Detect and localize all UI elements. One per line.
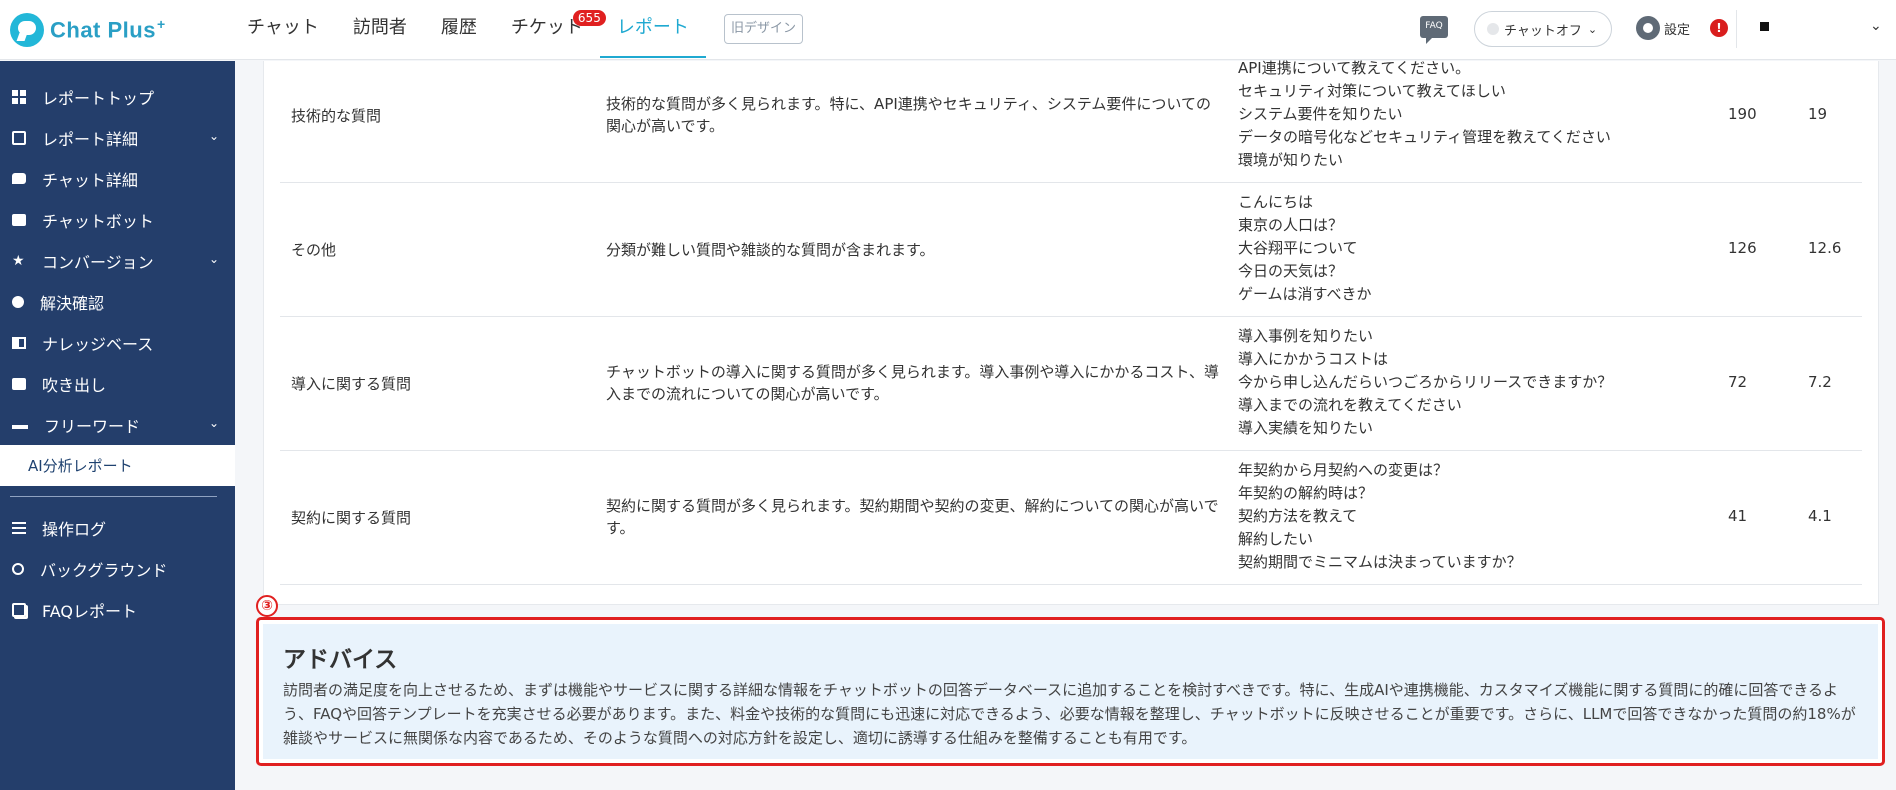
category-cell: 導入に関する質問 [291, 375, 412, 393]
sidebar-item-speech-bubble[interactable]: 吹き出し [0, 363, 235, 404]
annotation-marker: ③ [256, 595, 278, 617]
examples-cell: こんにちは 東京の人口は？ 大谷翔平について 今日の天気は？ ゲームは消すべきか [1238, 193, 1372, 303]
user-avatar[interactable] [1760, 22, 1769, 31]
advice-content: アドバイス 訪問者の満足度を向上させるため、まずは機能やサービスに関する詳細な情… [263, 624, 1878, 759]
report-table-panel: 技術的な質問 技術的な質問が多く見られます。特に、API連携やセキュリティ、シス… [263, 59, 1879, 605]
sidebar-divider [10, 496, 217, 497]
description-cell: 技術的な質問が多く見られます。特に、API連携やセキュリティ、システム要件につい… [606, 95, 1211, 135]
examples-cell: 年契約から月契約への変更は？ 年契約の解約時は？ 契約方法を教えて 解約したい … [1238, 461, 1522, 571]
examples-cell: 導入事例を知りたい 導入にかかうコストは 今から申し込んだらいつごろからリリース… [1238, 327, 1613, 437]
gear-icon [1636, 16, 1660, 40]
advice-title: アドバイス [283, 647, 398, 673]
nav-visitors[interactable]: 訪問者 [336, 0, 424, 58]
logo-text: Chat Plus+ [50, 16, 166, 43]
speech-icon [12, 377, 26, 390]
category-cell: 技術的な質問 [291, 107, 382, 125]
sidebar-item-free-word[interactable]: フリーワード ⌄ [0, 404, 235, 445]
header-divider [1736, 10, 1737, 48]
sidebar: レポートトップ レポート詳細 ⌄ チャット詳細 チャットボット ★ コンバージョン ⌄… [0, 61, 235, 790]
sidebar-item-conversion[interactable]: ★ コンバージョン ⌄ [0, 240, 235, 281]
logo[interactable]: Chat Plus+ [10, 12, 166, 48]
main-nav: チャット 訪問者 履歴 チケット 655 レポート [230, 0, 706, 60]
count-cell: 72 [1728, 373, 1748, 391]
alert-icon[interactable]: ! [1710, 19, 1728, 37]
sidebar-item-background[interactable]: バックグラウンド [0, 548, 235, 589]
table-row: 技術的な質問 技術的な質問が多く見られます。特に、API連携やセキュリティ、シス… [280, 59, 1862, 183]
sidebar-item-resolution[interactable]: 解決確認 [0, 281, 235, 322]
chat-status-label: チャットオフ [1504, 23, 1582, 39]
faq-icon[interactable]: FAQ [1420, 16, 1448, 44]
gears-icon [12, 562, 24, 575]
sidebar-item-report-top[interactable]: レポートトップ [0, 76, 235, 117]
sidebar-item-operation-log[interactable]: 操作ログ [0, 507, 235, 548]
count-cell: 126 [1728, 239, 1757, 257]
sidebar-item-chat-detail[interactable]: チャット詳細 [0, 158, 235, 199]
nav-tickets[interactable]: チケット 655 [494, 0, 606, 58]
advice-body: 訪問者の満足度を向上させるため、まずは機能やサービスに関する詳細な情報をチャット… [283, 681, 1856, 747]
category-cell: その他 [291, 241, 337, 259]
sidebar-item-report-detail[interactable]: レポート詳細 ⌄ [0, 117, 235, 158]
description-cell: 契約に関する質問が多く見られます。契約期間や契約の変更、解約についての関心が高い… [606, 497, 1219, 537]
chevron-down-icon: ⌄ [208, 416, 219, 430]
bot-icon [12, 213, 26, 226]
grid-icon [12, 89, 26, 104]
sidebar-item-faq-report[interactable]: FAQレポート [0, 589, 235, 630]
table-row: その他 分類が難しい質問や雑談的な質問が含まれます。 こんにちは 東京の人口は？… [280, 183, 1862, 317]
chevron-down-icon: ⌄ [1587, 22, 1598, 36]
top-header: Chat Plus+ チャット 訪問者 履歴 チケット 655 レポート 旧デザイ… [0, 0, 1896, 60]
chat-icon [12, 173, 26, 184]
percent-cell: 19 [1808, 105, 1828, 123]
copy-icon [12, 602, 26, 617]
nav-reports[interactable]: レポート [599, 0, 706, 58]
nav-history[interactable]: 履歴 [424, 0, 494, 58]
table-row: 契約に関する質問 契約に関する質問が多く見られます。契約期間や契約の変更、解約に… [280, 451, 1862, 585]
percent-cell: 12.6 [1808, 239, 1842, 257]
chevron-down-icon: ⌄ [208, 252, 219, 266]
category-cell: 契約に関する質問 [291, 509, 412, 527]
examples-cell: API連携について教えてください。 セキュリティ対策について教えてほしい システ… [1238, 59, 1611, 169]
settings-button[interactable]: 設定 [1636, 16, 1690, 40]
keyboard-icon [12, 425, 28, 429]
count-cell: 41 [1728, 507, 1748, 525]
sidebar-item-knowledge-base[interactable]: ナレッジベース [0, 322, 235, 363]
table-row: 導入に関する質問 チャットボットの導入に関する質問が多く見られます。導入事例や導… [280, 317, 1862, 451]
report-icon [12, 130, 26, 145]
chat-status-dropdown[interactable]: チャットオフ ⌄ [1474, 11, 1612, 47]
user-menu-chevron-icon[interactable]: ⌄ [1870, 18, 1882, 34]
star-icon: ★ [12, 252, 25, 269]
chat-logo-icon [10, 13, 44, 47]
list-icon [12, 520, 26, 535]
book-icon [12, 336, 26, 349]
status-dot-icon [1487, 23, 1499, 35]
sidebar-item-chatbot[interactable]: チャットボット [0, 199, 235, 240]
description-cell: 分類が難しい質問や雑談的な質問が含まれます。 [606, 241, 935, 259]
bulb-icon [12, 295, 24, 308]
nav-chat[interactable]: チャット [230, 0, 336, 58]
percent-cell: 7.2 [1808, 373, 1832, 391]
description-cell: チャットボットの導入に関する質問が多く見られます。導入事例や導入にかかるコスト、… [606, 363, 1220, 403]
sidebar-item-ai-report[interactable]: AI分析レポート [0, 445, 235, 486]
chevron-down-icon: ⌄ [208, 129, 219, 143]
percent-cell: 4.1 [1808, 507, 1832, 525]
advice-panel: アドバイス 訪問者の満足度を向上させるため、まずは機能やサービスに関する詳細な情… [256, 617, 1885, 766]
count-cell: 190 [1728, 105, 1757, 123]
settings-label: 設定 [1664, 22, 1691, 38]
old-design-button[interactable]: 旧デザイン [724, 14, 804, 44]
